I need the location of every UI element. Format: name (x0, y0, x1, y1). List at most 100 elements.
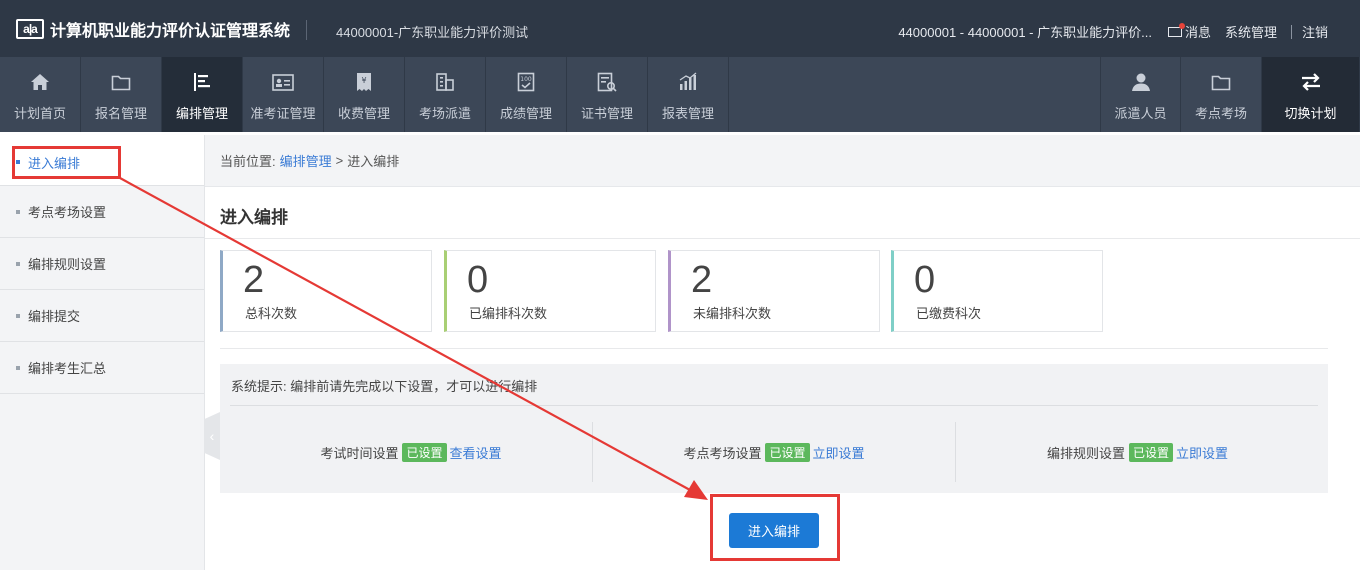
svg-text:¥: ¥ (361, 76, 366, 85)
receipt-icon: ¥ (353, 71, 375, 93)
stat-value: 0 (467, 259, 489, 301)
sidebar-item-candidate-summary[interactable]: 编排考生汇总 (0, 342, 204, 394)
folder-icon (1210, 71, 1232, 93)
swap-icon (1300, 71, 1322, 93)
breadcrumb: 当前位置: 编排管理 > 进入编排 (205, 135, 1360, 187)
sidebar-item-submit[interactable]: 编排提交 (0, 290, 204, 342)
nav-item-admission-ticket[interactable]: 准考证管理 (243, 57, 324, 132)
logout-link[interactable]: 注销 (1302, 22, 1328, 41)
chevron-left-icon: ‹ (209, 428, 215, 444)
bullet-icon (16, 313, 20, 318)
stat-label: 未编排科次数 (693, 306, 772, 321)
sidebar-item-label: 编排提交 (28, 309, 81, 324)
sidebar-item-label: 编排考生汇总 (28, 361, 107, 376)
stat-value: 2 (691, 259, 713, 301)
stat-card-total: 2 总科次数 (220, 250, 432, 332)
stat-card-unscheduled: 2 未编排科次数 (668, 250, 880, 332)
tip-divider (230, 405, 1318, 406)
bullet-icon (16, 365, 20, 370)
home-icon (29, 71, 51, 93)
nav-item-label: 报名管理 (94, 106, 147, 121)
set-now-link[interactable]: 立即设置 (1176, 443, 1228, 462)
nav-item-dispatch-staff[interactable]: 派遣人员 (1100, 57, 1181, 132)
nav-item-registration[interactable]: 报名管理 (81, 57, 162, 132)
sidebar-item-label: 编排规则设置 (28, 257, 107, 272)
breadcrumb-current: 进入编排 (347, 154, 400, 169)
system-admin-link[interactable]: 系统管理 (1225, 22, 1277, 41)
sidebar: 进入编排 考点考场设置 编排规则设置 编排提交 编排考生汇总 (0, 135, 205, 570)
stat-card-scheduled: 0 已编排科次数 (444, 250, 656, 332)
stat-value: 0 (914, 259, 936, 301)
header-actions: 44000001 - 44000001 - 广东职业能力评价... 消息 系统管… (898, 22, 1328, 41)
system-tip-panel: 系统提示: 编排前请先完成以下设置，才可以进行编排 考试时间设置 已设置 查看设… (220, 364, 1328, 493)
nav-item-label: 派遣人员 (1114, 106, 1167, 121)
view-settings-link[interactable]: 查看设置 (450, 443, 502, 462)
nav-item-label: 准考证管理 (250, 106, 316, 121)
setting-label: 考试时间设置 (320, 445, 399, 461)
sidebar-collapse-toggle[interactable]: ‹ (204, 412, 220, 460)
id-card-icon (272, 71, 294, 93)
nav-item-exam-sites[interactable]: 考点考场 (1181, 57, 1262, 132)
account-name[interactable]: 44000001 - 44000001 - 广东职业能力评价... (898, 22, 1152, 41)
building-icon (434, 71, 456, 93)
nav-item-label: 计划首页 (13, 106, 66, 121)
nav-item-label: 报表管理 (661, 106, 714, 121)
nav-item-scores[interactable]: 100 成绩管理 (486, 57, 567, 132)
nav-item-label: 考点考场 (1194, 106, 1247, 121)
annotation-box-button (710, 494, 840, 561)
user-icon (1130, 71, 1152, 93)
stats-divider (220, 348, 1328, 349)
certificate-icon (596, 71, 618, 93)
title-divider (205, 238, 1360, 239)
nav-item-plan-home[interactable]: 计划首页 (0, 57, 81, 132)
stat-label: 已编排科次数 (469, 306, 548, 321)
messages-label: 消息 (1184, 25, 1211, 40)
switch-plan-button[interactable]: 切换计划 (1262, 57, 1360, 132)
header-divider (306, 20, 307, 40)
envelope-icon (1167, 22, 1185, 37)
status-badge: 已设置 (402, 442, 447, 462)
nav-item-label: 证书管理 (580, 106, 633, 121)
bullet-icon (16, 261, 20, 266)
messages-link[interactable]: 消息 (1167, 22, 1211, 41)
sidebar-item-exam-site-settings[interactable]: 考点考场设置 (0, 186, 204, 238)
schedule-icon (191, 71, 213, 93)
nav-item-reports[interactable]: 报表管理 (648, 57, 729, 132)
bullet-icon (16, 209, 20, 214)
sidebar-item-label: 考点考场设置 (28, 205, 107, 220)
nav-item-certificates[interactable]: 证书管理 (567, 57, 648, 132)
nav-item-fees[interactable]: ¥ 收费管理 (324, 57, 405, 132)
stat-card-paid: 0 已缴费科次 (891, 250, 1103, 332)
svg-text:100: 100 (520, 76, 532, 83)
setting-exam-time: 考试时间设置 已设置 查看设置 (230, 422, 593, 482)
setting-label: 考点考场设置 (683, 445, 762, 461)
nav-item-exam-dispatch[interactable]: 考场派遣 (405, 57, 486, 132)
score-icon: 100 (515, 71, 537, 93)
bar-chart-icon (677, 71, 699, 93)
stat-label: 已缴费科次 (916, 306, 982, 321)
brand[interactable]: a|a 计算机职业能力评价认证管理系统 (16, 18, 290, 40)
breadcrumb-separator: > (335, 153, 344, 168)
nav-item-label: 收费管理 (337, 106, 390, 121)
top-header: a|a 计算机职业能力评价认证管理系统 44000001-广东职业能力评价测试 … (0, 0, 1360, 57)
app-title: 计算机职业能力评价认证管理系统 (50, 23, 291, 40)
system-tip-text: 系统提示: 编排前请先完成以下设置，才可以进行编排 (231, 379, 538, 394)
setting-rules: 编排规则设置 已设置 立即设置 (956, 422, 1319, 482)
header-separator (1290, 24, 1292, 39)
sidebar-item-rule-settings[interactable]: 编排规则设置 (0, 238, 204, 290)
folder-icon (110, 71, 132, 93)
setting-label: 编排规则设置 (1046, 445, 1125, 461)
breadcrumb-link-scheduling[interactable]: 编排管理 (280, 151, 332, 170)
status-badge: 已设置 (1128, 442, 1173, 462)
stat-value: 2 (243, 259, 265, 301)
notification-dot (1178, 22, 1185, 29)
nav-item-label: 编排管理 (175, 106, 228, 121)
nav-item-label: 成绩管理 (499, 106, 552, 121)
nav-item-label: 切换计划 (1284, 106, 1337, 121)
main-nav: 计划首页 报名管理 编排管理 准考证管理 ¥ 收费管理 考场派遣 100 成绩管 (0, 57, 1360, 132)
page-title: 进入编排 (220, 208, 288, 227)
nav-item-scheduling[interactable]: 编排管理 (162, 57, 243, 132)
set-now-link[interactable]: 立即设置 (813, 443, 865, 462)
logo: a|a (16, 19, 44, 39)
annotation-box-sidebar (12, 146, 121, 179)
